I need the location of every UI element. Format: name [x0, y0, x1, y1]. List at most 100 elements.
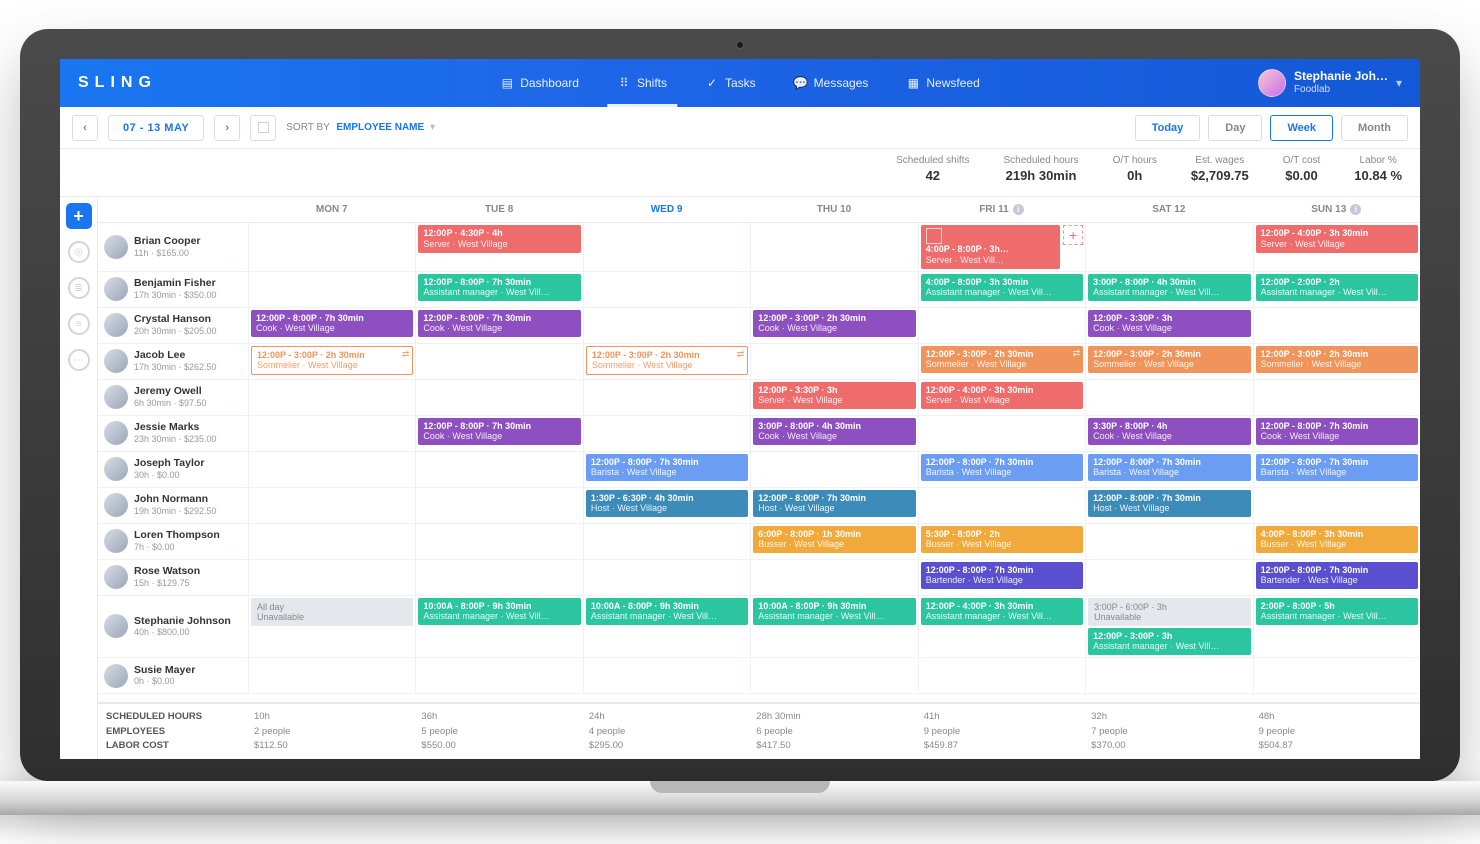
day-cell[interactable] [1253, 488, 1420, 523]
day-cell[interactable]: 12:00P - 8:00P · 7h 30minBarista · West … [1085, 452, 1252, 487]
employee-cell[interactable]: Stephanie Johnson40h · $800.00 [98, 596, 248, 658]
shift-card[interactable]: 12:00P - 3:00P · 2h 30minSommelier · Wes… [251, 346, 413, 376]
day-cell[interactable] [415, 560, 582, 595]
employee-cell[interactable]: Susie Mayer0h · $0.00 [98, 658, 248, 693]
location-filter-button[interactable]: ◎ [66, 239, 92, 265]
day-cell[interactable]: All dayUnavailable [248, 596, 415, 658]
employee-cell[interactable]: Loren Thompson7h · $0.00 [98, 524, 248, 559]
day-cell[interactable] [583, 272, 750, 307]
day-cell[interactable]: 4:00P - 8:00P · 3h…Server · West Vill…+ [918, 223, 1085, 271]
shift-card[interactable]: 10:00A - 8:00P · 9h 30minAssistant manag… [586, 598, 748, 626]
day-cell[interactable]: 10:00A - 8:00P · 9h 30minAssistant manag… [415, 596, 582, 658]
day-cell[interactable] [918, 308, 1085, 343]
col-header[interactable]: MON 7 [248, 204, 415, 215]
day-cell[interactable]: 3:00P - 8:00P · 4h 30minAssistant manage… [1085, 272, 1252, 307]
employee-cell[interactable]: Brian Cooper11h · $165.00 [98, 223, 248, 271]
day-cell[interactable] [583, 416, 750, 451]
day-cell[interactable] [1085, 524, 1252, 559]
day-cell[interactable] [415, 488, 582, 523]
day-cell[interactable] [1253, 308, 1420, 343]
date-range[interactable]: 07 - 13 MAY [108, 115, 204, 141]
day-cell[interactable] [750, 560, 917, 595]
day-cell[interactable] [750, 344, 917, 379]
shift-card[interactable]: 10:00A - 8:00P · 9h 30minAssistant manag… [418, 598, 580, 626]
shift-card[interactable]: 4:00P - 8:00P · 3h 30minAssistant manage… [921, 274, 1083, 302]
day-cell[interactable]: 12:00P - 8:00P · 7h 30minAssistant manag… [415, 272, 582, 307]
day-cell[interactable]: 12:00P - 8:00P · 7h 30minHost · West Vil… [1085, 488, 1252, 523]
col-header[interactable]: SUN 13 [1253, 204, 1420, 215]
shift-card[interactable]: 10:00A - 8:00P · 9h 30minAssistant manag… [753, 598, 915, 626]
shift-card[interactable]: 4:00P - 8:00P · 3h…Server · West Vill… [921, 225, 1060, 269]
day-cell[interactable] [583, 658, 750, 693]
shift-card[interactable]: 12:00P - 3:00P · 3hAssistant manager · W… [1088, 628, 1250, 656]
shift-card[interactable]: 12:00P - 4:00P · 3h 30minAssistant manag… [921, 598, 1083, 626]
col-header[interactable]: SAT 12 [1085, 204, 1252, 215]
shift-card[interactable]: 5:30P - 8:00P · 2hBusser · West Village [921, 526, 1083, 554]
today-button[interactable]: Today [1135, 115, 1201, 141]
shift-card[interactable]: 12:00P - 3:00P · 2h 30minSommelier · Wes… [1256, 346, 1418, 374]
day-cell[interactable] [750, 223, 917, 271]
employee-cell[interactable]: Crystal Hanson20h 30min · $205.00 [98, 308, 248, 343]
day-cell[interactable]: 12:00P - 8:00P · 7h 30minCook · West Vil… [1253, 416, 1420, 451]
shift-card[interactable]: 12:00P - 8:00P · 7h 30minBarista · West … [1256, 454, 1418, 482]
day-cell[interactable] [415, 658, 582, 693]
day-cell[interactable]: 4:00P - 8:00P · 3h 30minBusser · West Vi… [1253, 524, 1420, 559]
shift-card[interactable]: 12:00P - 8:00P · 7h 30minHost · West Vil… [753, 490, 915, 518]
add-shift-button[interactable]: + [66, 203, 92, 229]
day-cell[interactable]: 1:30P - 6:30P · 4h 30minHost · West Vill… [583, 488, 750, 523]
day-cell[interactable]: 12:00P - 3:00P · 2h 30minSommelier · Wes… [918, 344, 1085, 379]
day-cell[interactable] [415, 524, 582, 559]
shift-card[interactable]: 1:30P - 6:30P · 4h 30minHost · West Vill… [586, 490, 748, 518]
add-shift-inline-button[interactable]: + [1063, 225, 1083, 245]
day-cell[interactable] [1085, 560, 1252, 595]
day-cell[interactable]: 12:00P - 8:00P · 7h 30minCook · West Vil… [415, 416, 582, 451]
shift-card[interactable]: 12:00P - 4:00P · 3h 30minServer · West V… [1256, 225, 1418, 253]
shift-card[interactable]: 12:00P - 2:00P · 2hAssistant manager · W… [1256, 274, 1418, 302]
day-cell[interactable] [1085, 223, 1252, 271]
shift-card[interactable]: 4:00P - 8:00P · 3h 30minBusser · West Vi… [1256, 526, 1418, 554]
day-cell[interactable] [415, 452, 582, 487]
day-cell[interactable]: 12:00P - 4:00P · 3h 30minServer · West V… [1253, 223, 1420, 271]
day-cell[interactable] [1085, 380, 1252, 415]
day-cell[interactable]: 12:00P - 3:00P · 2h 30minCook · West Vil… [750, 308, 917, 343]
shift-card[interactable]: 12:00P - 8:00P · 7h 30minBartender · Wes… [1256, 562, 1418, 590]
sort-dropdown[interactable]: SORT BY EMPLOYEE NAME ▾ [286, 122, 435, 133]
day-cell[interactable] [248, 560, 415, 595]
day-cell[interactable]: 12:00P - 8:00P · 7h 30minHost · West Vil… [750, 488, 917, 523]
view-week-button[interactable]: Week [1270, 115, 1333, 141]
day-cell[interactable]: 12:00P - 8:00P · 7h 30minBartender · Wes… [1253, 560, 1420, 595]
day-cell[interactable]: 12:00P - 8:00P · 7h 30minBarista · West … [1253, 452, 1420, 487]
day-cell[interactable] [248, 380, 415, 415]
day-cell[interactable]: 2:00P - 8:00P · 5hAssistant manager · We… [1253, 596, 1420, 658]
shift-card[interactable]: 12:00P - 8:00P · 7h 30minHost · West Vil… [1088, 490, 1250, 518]
col-header[interactable]: WED 9 [583, 204, 750, 215]
day-cell[interactable]: 12:00P - 8:00P · 7h 30minBarista · West … [918, 452, 1085, 487]
col-header[interactable]: TUE 8 [415, 204, 582, 215]
shift-card[interactable]: 12:00P - 3:00P · 2h 30minSommelier · Wes… [921, 346, 1083, 374]
view-day-button[interactable]: Day [1208, 115, 1262, 141]
employee-cell[interactable]: Rose Watson15h · $129.75 [98, 560, 248, 595]
shift-card[interactable]: 12:00P - 3:30P · 3hServer · West Village [753, 382, 915, 410]
day-cell[interactable]: 5:30P - 8:00P · 2hBusser · West Village [918, 524, 1085, 559]
day-cell[interactable] [583, 560, 750, 595]
day-cell[interactable] [918, 488, 1085, 523]
day-cell[interactable]: 12:00P - 3:00P · 2h 30minSommelier · Wes… [248, 344, 415, 379]
day-cell[interactable] [918, 658, 1085, 693]
select-all-checkbox[interactable] [250, 115, 276, 141]
employee-cell[interactable]: Jacob Lee17h 30min · $262.50 [98, 344, 248, 379]
shift-card[interactable]: 2:00P - 8:00P · 5hAssistant manager · We… [1256, 598, 1418, 626]
day-cell[interactable] [1085, 658, 1252, 693]
shift-card[interactable]: 12:00P - 4:00P · 3h 30minServer · West V… [921, 382, 1083, 410]
day-cell[interactable] [750, 658, 917, 693]
employee-cell[interactable]: Jeremy Owell6h 30min · $97.50 [98, 380, 248, 415]
nav-dashboard[interactable]: ▤Dashboard [496, 59, 583, 107]
employee-cell[interactable]: Joseph Taylor30h · $0.00 [98, 452, 248, 487]
day-cell[interactable] [415, 344, 582, 379]
col-header[interactable]: FRI 11 [918, 204, 1085, 215]
shift-card[interactable]: 6:00P - 8:00P · 1h 30minBusser · West Vi… [753, 526, 915, 554]
day-cell[interactable] [248, 524, 415, 559]
shift-card[interactable]: 12:00P - 8:00P · 7h 30minBarista · West … [586, 454, 748, 482]
day-cell[interactable] [750, 452, 917, 487]
day-cell[interactable] [248, 223, 415, 271]
nav-messages[interactable]: 💬Messages [790, 59, 873, 107]
